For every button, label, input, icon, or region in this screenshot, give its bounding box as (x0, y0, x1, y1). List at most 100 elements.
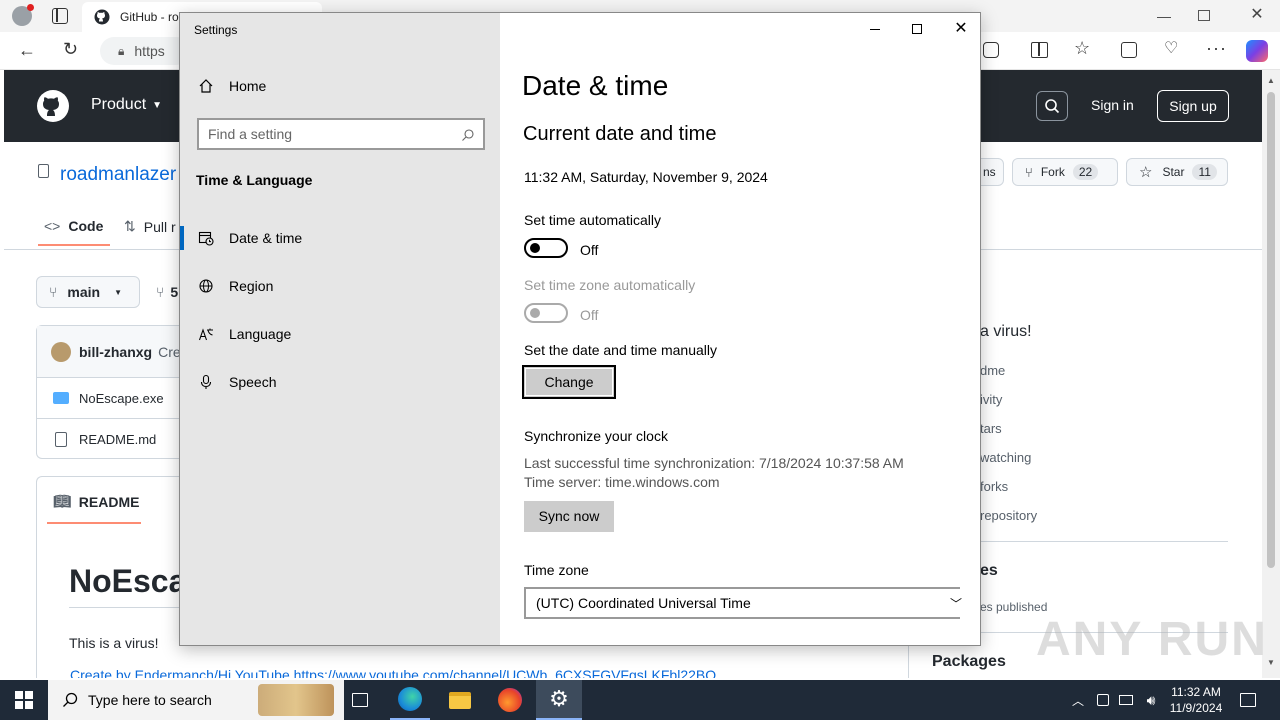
sync-heading: Synchronize your clock (524, 428, 668, 444)
fork-count-badge: 22 (1072, 164, 1099, 180)
readme-tab-underline (47, 522, 141, 524)
auto-timezone-toggle[interactable] (524, 303, 568, 323)
favorites-star-icon[interactable]: ☆ (1074, 38, 1090, 59)
github-logo-icon[interactable] (37, 90, 69, 122)
about-link-forks[interactable]: forks (980, 479, 1008, 494)
timezone-select[interactable]: (UTC) Coordinated Universal Time ﹀ (524, 587, 962, 619)
about-link-stars[interactable]: tars (980, 421, 1002, 436)
split-screen-icon[interactable] (1031, 42, 1048, 58)
readme-partial-line: Create by Endermanch/Hi YouTube https://… (70, 667, 717, 678)
releases-heading[interactable]: es (980, 562, 998, 580)
nav-region[interactable]: Region (180, 266, 500, 306)
current-datetime-heading: Current date and time (523, 123, 717, 145)
avatar (51, 341, 71, 362)
tab-code-underline (38, 244, 110, 246)
settings-minimize-button[interactable] (860, 19, 890, 39)
taskbar-search-box[interactable]: Type here to search (48, 680, 344, 720)
branch-name: main (67, 284, 101, 300)
list-item[interactable]: NoEscape.exe (37, 378, 196, 419)
auto-time-label: Set time automatically (524, 212, 661, 228)
readme-tab[interactable]: 📖︎ README (53, 493, 139, 510)
edge-taskbar-icon[interactable] (390, 680, 430, 720)
fork-button[interactable]: ⑂ Fork 22 (1012, 158, 1118, 186)
windows-logo-icon (15, 691, 33, 709)
sign-up-button[interactable]: Sign up (1157, 90, 1229, 122)
settings-close-button[interactable]: ✕ (946, 17, 976, 41)
firefox-taskbar-icon[interactable] (490, 680, 530, 720)
refresh-icon[interactable]: ↻ (63, 39, 78, 60)
nav-date-time[interactable]: Date & time (180, 218, 500, 258)
nav-product[interactable]: Product ▼ (91, 96, 162, 114)
scroll-up-icon[interactable]: ▲ (1267, 76, 1275, 85)
folder-icon (53, 392, 69, 404)
settings-maximize-button[interactable] (902, 19, 932, 39)
about-link-readme[interactable]: dme (980, 363, 1005, 378)
window-minimize-button[interactable]: — (1152, 8, 1176, 24)
search-button[interactable] (1036, 91, 1068, 121)
settings-content-pane: ✕ Date & time Current date and time 11:3… (500, 13, 980, 645)
branch-select[interactable]: ⑂ main ▼ (36, 276, 140, 308)
show-hidden-icons[interactable]: ︿ (1068, 680, 1088, 720)
repo-owner-link[interactable]: roadmanlazer (60, 164, 176, 186)
copilot-icon[interactable] (1246, 40, 1268, 62)
file-explorer-icon[interactable] (440, 680, 480, 720)
sync-now-button[interactable]: Sync now (524, 501, 614, 532)
anyrun-watermark: ANY RUN (1036, 613, 1268, 666)
tab-title: GitHub - ro (120, 10, 179, 24)
sign-in-link[interactable]: Sign in (1091, 97, 1134, 113)
lock-icon: 🔒︎ (118, 43, 125, 58)
nav-speech[interactable]: Speech (180, 362, 500, 402)
commit-message[interactable]: Cre (158, 344, 181, 360)
back-icon[interactable]: ← (18, 40, 36, 61)
nav-home[interactable]: Home (180, 66, 500, 106)
start-button[interactable] (0, 680, 48, 720)
star-button[interactable]: ☆ Star 11 (1126, 158, 1228, 186)
window-restore-button[interactable] (1198, 10, 1210, 21)
branches-link[interactable]: ⑂ 5 (156, 284, 178, 300)
clock[interactable]: 11:32 AM 11/9/2024 (1166, 680, 1226, 720)
packages-heading[interactable]: Packages (932, 653, 1006, 671)
page-scrollbar[interactable]: ▲ ▼ (1262, 70, 1280, 678)
ethernet-tray-icon[interactable] (1116, 680, 1136, 720)
nav-language[interactable]: Language (180, 314, 500, 354)
browser-essentials-icon[interactable]: ♡ (1164, 38, 1178, 58)
manual-datetime-label: Set the date and time manually (524, 342, 718, 358)
scroll-down-icon[interactable]: ▼ (1267, 658, 1275, 667)
search-icon (462, 129, 474, 141)
settings-search-placeholder: Find a setting (208, 126, 293, 142)
address-bar[interactable]: 🔒︎ https (100, 37, 190, 65)
list-item[interactable]: README.md (37, 419, 196, 459)
home-icon (197, 77, 215, 95)
change-button[interactable]: Change (522, 365, 616, 399)
tab-pull-requests[interactable]: ⇅ Pull r (124, 218, 176, 235)
settings-search-input[interactable]: Find a setting (197, 118, 485, 150)
tab-code[interactable]: <> Code (44, 218, 103, 234)
scroll-thumb[interactable] (1267, 92, 1275, 568)
profile-avatar-icon[interactable] (12, 4, 34, 26)
github-favicon-icon (94, 9, 110, 25)
more-options-icon[interactable]: ··· (1206, 38, 1227, 59)
commit-author[interactable]: bill-zhanxg (79, 344, 152, 360)
collections-icon[interactable] (1121, 42, 1137, 58)
notifications-icon[interactable] (1236, 680, 1260, 720)
auto-time-state: Off (580, 242, 599, 258)
auto-time-toggle[interactable] (524, 238, 568, 258)
nav-home-label: Home (229, 78, 267, 94)
microphone-icon (197, 373, 215, 391)
volume-tray-icon[interactable]: 🔊︎ (1140, 680, 1162, 720)
task-view-icon[interactable] (344, 680, 376, 720)
star-label: Star (1162, 165, 1185, 179)
file-list-box: bill-zhanxg Cre NoEscape.exe README.md (36, 325, 196, 459)
about-link-watching[interactable]: watching (980, 450, 1031, 465)
about-link-activity[interactable]: ivity (980, 392, 1002, 407)
tab-actions-icon[interactable] (52, 8, 68, 24)
window-close-button[interactable]: ✕ (1248, 4, 1266, 24)
file-icon (55, 431, 67, 447)
network-tray-icon[interactable] (1094, 680, 1112, 720)
settings-taskbar-icon[interactable]: ⚙ (536, 680, 582, 720)
extensions-icon[interactable] (983, 42, 999, 58)
about-link-report[interactable]: repository (980, 508, 1037, 523)
pull-request-icon: ⇅ (124, 218, 136, 234)
sync-server-text: Time server: time.windows.com (524, 474, 720, 490)
readme-title: NoEsca (69, 563, 187, 599)
